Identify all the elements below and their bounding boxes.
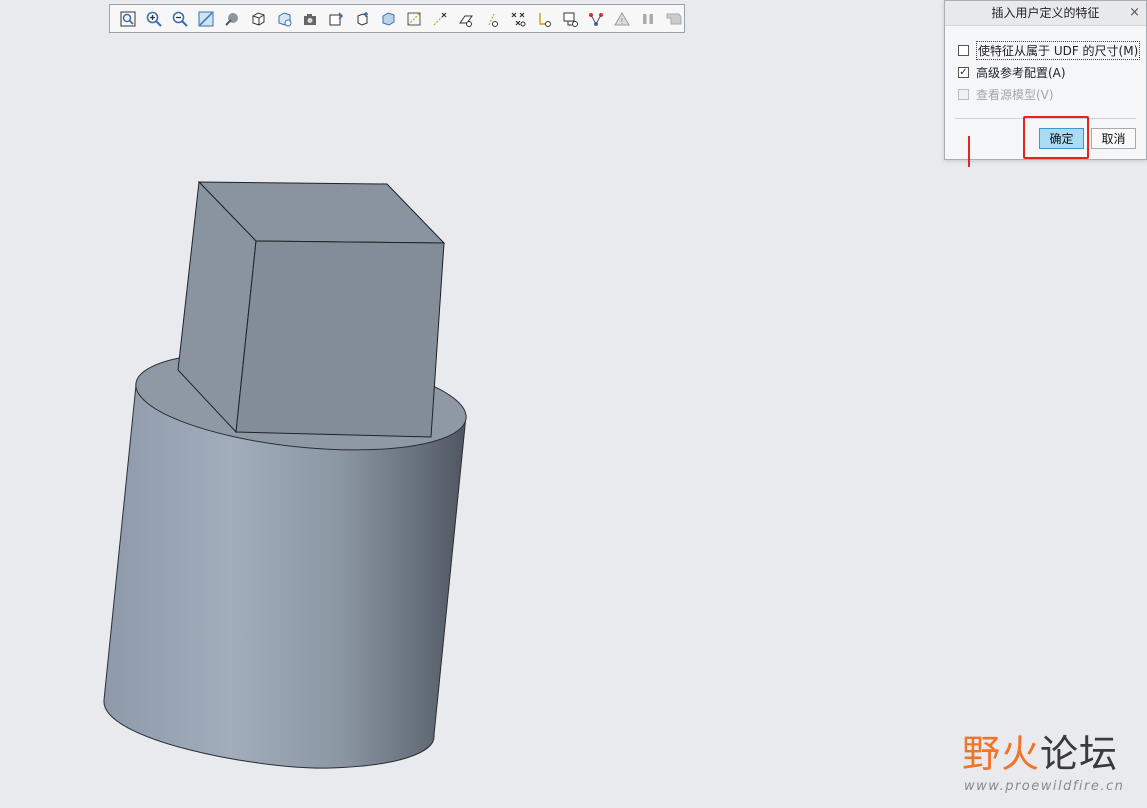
cancel-button[interactable]: 取消 xyxy=(1091,128,1136,149)
svg-text:!: ! xyxy=(620,17,623,26)
dialog-title: 插入用户定义的特征 × xyxy=(945,1,1146,26)
network-icon[interactable]: ! xyxy=(609,6,635,32)
watermark-logo: 野火论坛 xyxy=(962,730,1118,778)
zoom-in-icon[interactable] xyxy=(141,6,167,32)
logo-char-3: 论坛 xyxy=(1040,732,1119,776)
point-tag-icon[interactable] xyxy=(531,6,557,32)
option-advanced-ref-config[interactable]: ✓ 高级参考配置(A) xyxy=(958,64,1066,81)
annotations-icon[interactable] xyxy=(427,6,453,32)
logo-char-1: 野 xyxy=(962,732,1002,776)
ok-button[interactable]: 确定 xyxy=(1039,128,1084,149)
view-toolbar: ! xyxy=(109,4,685,33)
cube-front xyxy=(235,240,445,438)
pause-icon[interactable] xyxy=(635,6,661,32)
zoom-out-icon[interactable] xyxy=(167,6,193,32)
option-view-source-model: 查看源模型(V) xyxy=(958,86,1054,103)
close-icon[interactable]: × xyxy=(1129,1,1140,25)
option-dependent-udf-dims[interactable]: 使特征从属于 UDF 的尺寸(M) xyxy=(958,41,1141,60)
datum-axes-icon[interactable] xyxy=(349,6,375,32)
checkbox-dependent-udf-dims[interactable] xyxy=(958,45,969,56)
checkbox-view-source-model xyxy=(958,89,969,100)
datum-planes-icon[interactable] xyxy=(323,6,349,32)
refit-icon[interactable] xyxy=(115,6,141,32)
plane-tag-icon[interactable] xyxy=(479,6,505,32)
shading-icon[interactable] xyxy=(219,6,245,32)
separator xyxy=(955,118,1136,119)
spin-center-icon[interactable] xyxy=(453,6,479,32)
repaint-icon[interactable] xyxy=(193,6,219,32)
dialog-title-text: 插入用户定义的特征 xyxy=(991,6,1100,20)
insert-udf-dialog: 插入用户定义的特征 × 使特征从属于 UDF 的尺寸(M) ✓ 高级参考配置(A… xyxy=(944,0,1147,160)
checkbox-advanced-ref-config[interactable]: ✓ xyxy=(958,67,969,78)
logo-char-2: 火 xyxy=(1001,732,1041,776)
datum-points-icon[interactable] xyxy=(375,6,401,32)
option-label: 高级参考配置(A) xyxy=(976,66,1066,80)
coordinate-systems-icon[interactable] xyxy=(401,6,427,32)
stop-icon[interactable] xyxy=(661,6,687,32)
option-label: 查看源模型(V) xyxy=(976,88,1054,102)
option-label: 使特征从属于 UDF 的尺寸(M) xyxy=(976,41,1141,60)
axis-tag-icon[interactable] xyxy=(505,6,531,32)
view-orientation-icon[interactable] xyxy=(583,6,609,32)
csys-tag-icon[interactable] xyxy=(557,6,583,32)
view-manager-icon[interactable] xyxy=(297,6,323,32)
watermark-url: www.proewildfire.cn xyxy=(964,779,1125,794)
annotation-mark xyxy=(968,136,970,167)
saved-views-icon[interactable] xyxy=(271,6,297,32)
display-style-icon[interactable] xyxy=(245,6,271,32)
